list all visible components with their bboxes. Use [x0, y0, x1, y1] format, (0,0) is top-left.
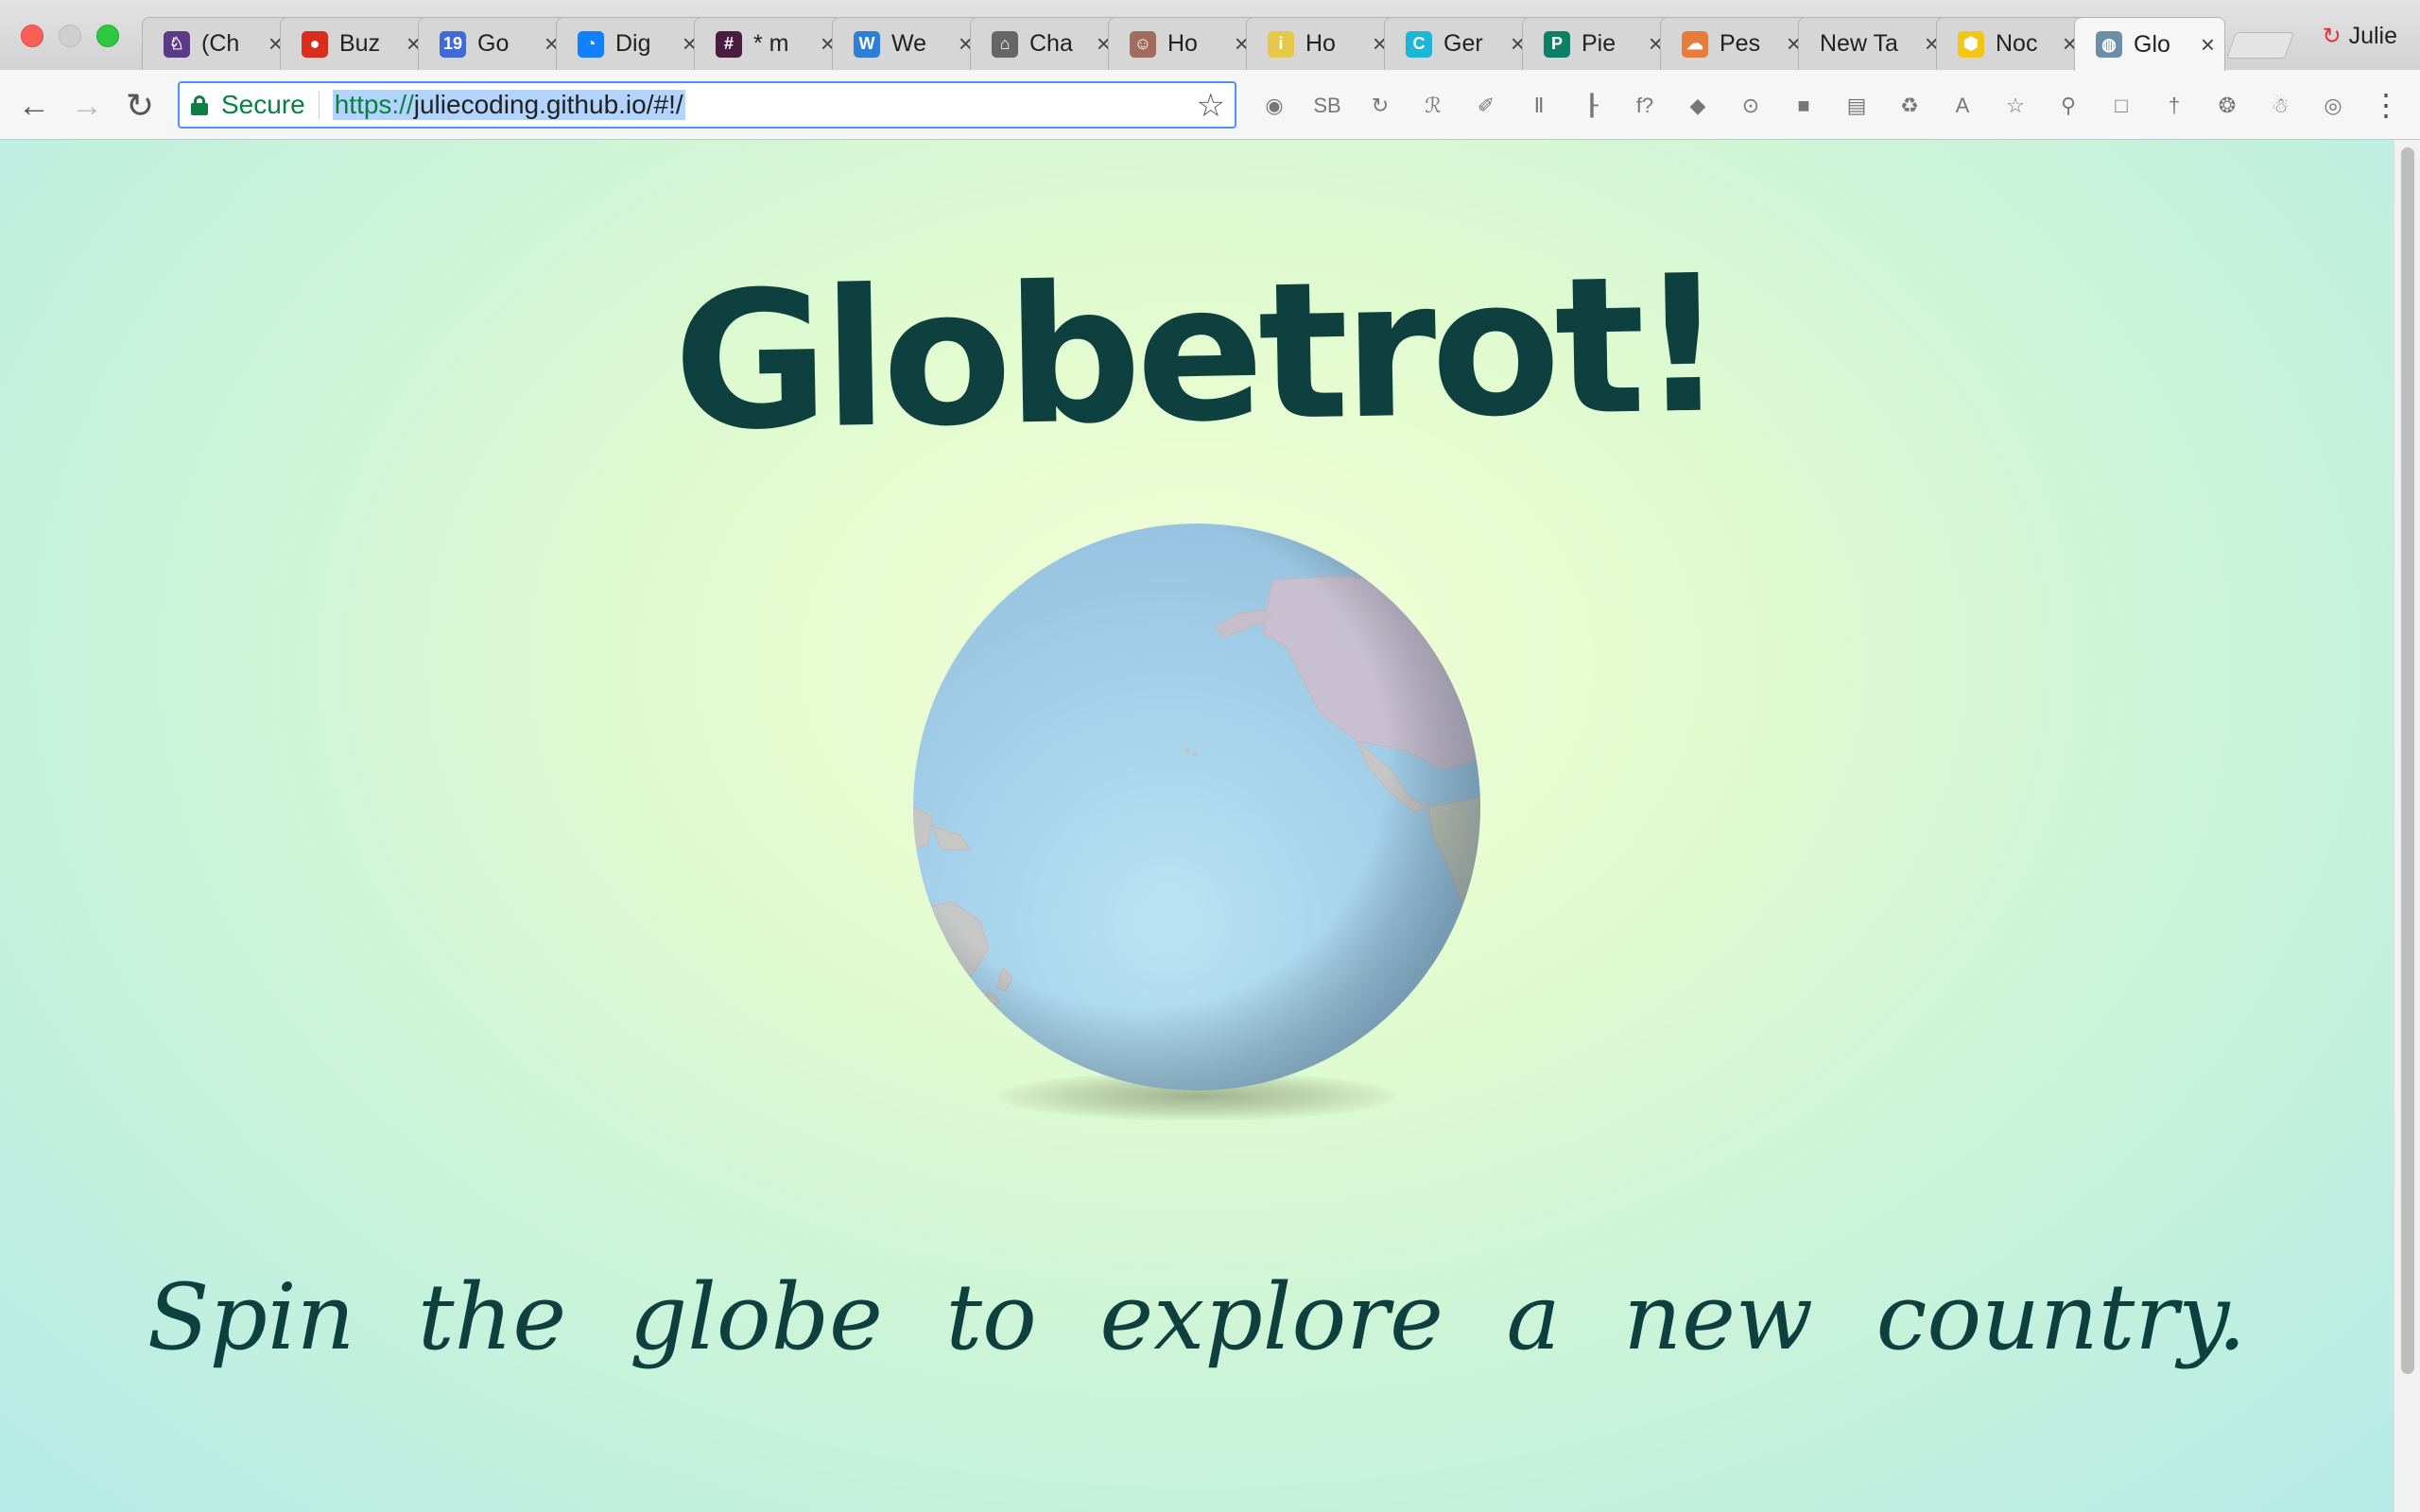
url-scheme: https:// — [334, 90, 414, 119]
calendar-icon: 19 — [440, 30, 466, 58]
tab-title: Cha — [1029, 30, 1073, 57]
extension-icon[interactable]: f? — [1628, 89, 1662, 123]
globe-icon: ◍ — [2096, 31, 2122, 58]
minimize-window-button[interactable] — [59, 25, 81, 47]
omnibox-divider — [318, 91, 320, 119]
tab-title: Noc — [1996, 30, 2038, 57]
tab-11[interactable]: ☁ Pes × — [1660, 17, 1811, 70]
unicorn-icon: ♘ — [164, 30, 190, 58]
forward-button[interactable]: → — [68, 87, 106, 125]
tab-title: Buz — [339, 30, 381, 57]
extension-icon[interactable]: ⊙ — [1734, 89, 1768, 123]
extension-icon[interactable]: ◎ — [2316, 89, 2350, 123]
url-host-path: juliecoding.github.io/#!/ — [413, 90, 683, 119]
tomato-icon: ● — [302, 30, 328, 58]
w-icon: W — [854, 30, 880, 58]
tab-title: Pes — [1720, 30, 1761, 57]
profile-button[interactable]: ↻ Julie — [2322, 23, 2397, 50]
extension-icon[interactable]: ☆ — [1998, 89, 2032, 123]
url-text[interactable]: https://juliecoding.github.io/#!/ — [332, 90, 685, 120]
extension-icon[interactable]: Ⅱ — [1522, 89, 1556, 123]
page-viewport: Globetrot! Spin the globe to explore a n… — [0, 140, 2394, 1512]
extension-icon[interactable]: ↻ — [1363, 89, 1397, 123]
bookmark-star-icon[interactable]: ☆ — [1197, 87, 1225, 125]
info-icon: i — [1268, 30, 1294, 58]
new-tab-button[interactable] — [2225, 32, 2295, 59]
tab-12[interactable]: New Ta × — [1798, 17, 1949, 70]
tab-2[interactable]: 19 Go × — [418, 17, 569, 70]
tab-title: Go — [477, 30, 510, 57]
hexagon-icon: ⬢ — [1958, 30, 1984, 58]
tab-title: New Ta — [1820, 30, 1898, 57]
extension-icon[interactable]: ▤ — [1840, 89, 1874, 123]
extension-icon[interactable]: ◆ — [1681, 89, 1715, 123]
scrollbar-thumb[interactable] — [2401, 147, 2414, 1374]
tab-7[interactable]: ☺ Ho × — [1108, 17, 1259, 70]
tab-1[interactable]: ● Buz × — [280, 17, 431, 70]
extension-icon[interactable]: ■ — [1787, 89, 1821, 123]
tab-title: We — [891, 30, 927, 57]
vertical-scrollbar[interactable] — [2394, 140, 2420, 1512]
tab-title: Ger — [1443, 30, 1483, 57]
globe-shading — [913, 524, 1480, 1091]
profile-name: Julie — [2348, 23, 2397, 49]
extension-icon[interactable]: A — [1945, 89, 1979, 123]
back-button[interactable]: ← — [15, 87, 53, 125]
tab-title: Glo — [2134, 30, 2170, 58]
tab-title: Ho — [1167, 30, 1198, 57]
tab-title: (Ch — [201, 30, 240, 57]
tab-close-icon[interactable]: × — [2201, 30, 2215, 60]
page-tagline: Spin the globe to explore a new country. — [147, 1264, 2247, 1370]
extension-icon[interactable]: ℛ — [1416, 89, 1450, 123]
globe-container[interactable] — [913, 524, 1480, 1128]
close-window-button[interactable] — [21, 25, 43, 47]
page-title: Globetrot! — [671, 234, 1722, 473]
extension-icon[interactable]: ♻ — [1893, 89, 1927, 123]
secure-label: Secure — [221, 90, 305, 119]
extension-icon[interactable]: □ — [2104, 89, 2138, 123]
extension-icon[interactable]: SB — [1310, 89, 1344, 123]
tab-title: * m — [753, 30, 789, 57]
tab-title: Pie — [1582, 30, 1616, 57]
extension-icon[interactable]: ◉ — [1257, 89, 1291, 123]
digitalocean-icon: ◔ — [578, 30, 604, 58]
avatar-icon: ☺ — [1130, 30, 1156, 58]
tab-title: Ho — [1305, 30, 1336, 57]
extension-icon[interactable]: ┠ — [1575, 89, 1609, 123]
chrome-menu-icon[interactable]: ⋮ — [2371, 87, 2401, 123]
tab-4[interactable]: # * m × — [694, 17, 845, 70]
rainbow-icon: ☁ — [1682, 30, 1708, 58]
reload-button[interactable]: ↻ — [121, 86, 159, 125]
tab-6[interactable]: ⌂ Cha × — [970, 17, 1121, 70]
slack-icon: # — [716, 30, 742, 58]
tab-title: Dig — [615, 30, 651, 57]
spinning-globe[interactable] — [913, 524, 1480, 1091]
tab-8[interactable]: i Ho × — [1246, 17, 1397, 70]
tab-9[interactable]: C Ger × — [1384, 17, 1535, 70]
tab-0[interactable]: ♘ (Ch × — [142, 17, 293, 70]
maximize-window-button[interactable] — [96, 25, 119, 47]
lock-icon — [191, 95, 208, 115]
extension-icon[interactable]: ✐ — [1469, 89, 1503, 123]
extension-icon[interactable]: ❂ — [2210, 89, 2244, 123]
extension-bar: ◉ SB ↻ ℛ ✐ Ⅱ ┠ f? ◆ ⊙ ■ ▤ ♻ A ☆ ⚲ □ † ❂ ☃ ◎ — [1257, 89, 2350, 123]
address-bar[interactable]: Secure https://juliecoding.github.io/#!/… — [178, 81, 1236, 129]
p-logo-icon: P — [1544, 30, 1570, 58]
tab-13[interactable]: ⬢ Noc × — [1936, 17, 2087, 70]
c-logo-icon: C — [1406, 30, 1432, 58]
tab-3[interactable]: ◔ Dig × — [556, 17, 707, 70]
tab-14[interactable]: ◍ Glo × — [2074, 17, 2225, 71]
extension-icon[interactable]: ☃ — [2263, 89, 2297, 123]
browser-toolbar: ← → ↻ Secure https://juliecoding.github.… — [0, 70, 2420, 140]
eye-icon: ⌂ — [992, 30, 1018, 58]
tab-10[interactable]: P Pie × — [1522, 17, 1673, 70]
extension-icon[interactable]: ⚲ — [2051, 89, 2085, 123]
sync-error-icon: ↻ — [2322, 24, 2342, 49]
extension-icon[interactable]: † — [2157, 89, 2191, 123]
tab-strip: ♘ (Ch × ● Buz × 19 Go × ◔ Dig × # * m × W We × ⌂ Cha × ☺ Ho × i H… — [0, 0, 2420, 71]
tab-5[interactable]: W We × — [832, 17, 983, 70]
